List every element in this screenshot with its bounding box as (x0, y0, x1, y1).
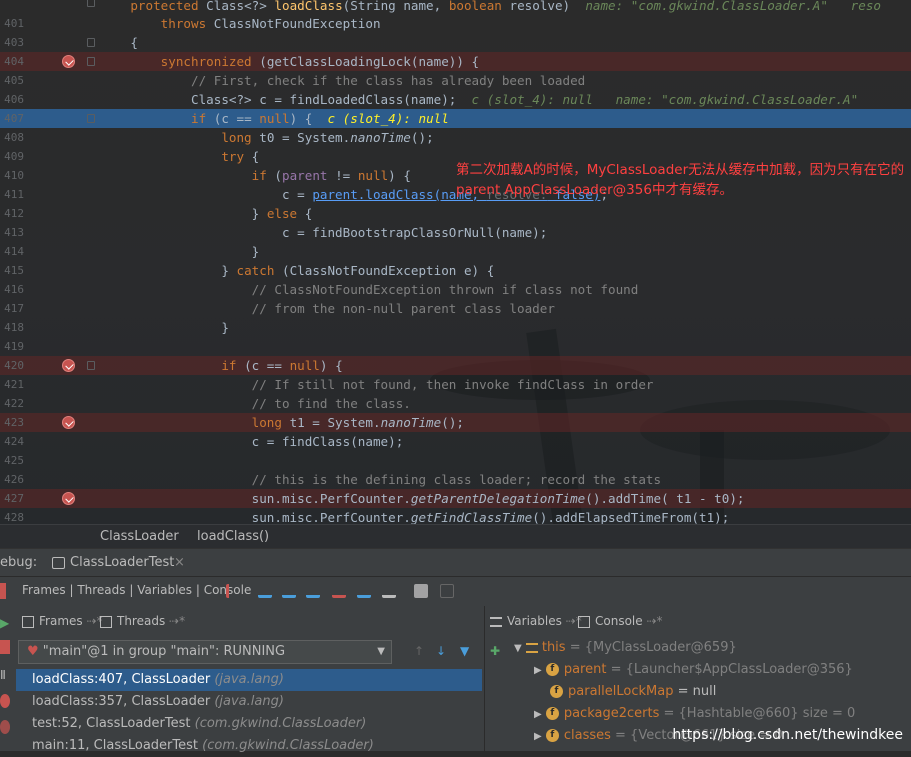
fold-icon[interactable] (87, 0, 95, 7)
run-config-icon (52, 557, 65, 569)
tab-console[interactable]: Console ⇢* (578, 608, 663, 634)
code-line-403[interactable]: 403 { (0, 33, 911, 52)
show-execution-point-icon[interactable] (258, 584, 272, 598)
breakpoint-icon[interactable] (62, 416, 75, 429)
fold-icon[interactable] (87, 57, 95, 66)
breadcrumb-method[interactable]: loadClass() (197, 525, 269, 549)
fold-icon[interactable] (87, 361, 95, 370)
breakpoint-icon[interactable] (62, 359, 75, 372)
filter-icon[interactable]: ▼ (460, 644, 469, 658)
code-line-419[interactable]: 419 (0, 337, 911, 356)
field-icon: f (545, 663, 559, 676)
breadcrumb: ClassLoader loadClass() (0, 524, 911, 548)
code-line-427[interactable]: 427 sun.misc.PerfCounter.getParentDelega… (0, 489, 911, 508)
up-arrow-icon[interactable]: ↑ (414, 644, 424, 658)
debug-session-tab[interactable]: ClassLoaderTest (70, 549, 174, 577)
stop-icon[interactable] (0, 640, 10, 654)
inline-hint: name: "com.gkwind.ClassLoader.A" reso (585, 0, 882, 13)
thread-select[interactable]: ♥ "main"@1 in group "main": RUNNING ▼ (18, 640, 392, 664)
code-line-416[interactable]: 416 // ClassNotFoundException thrown if … (0, 280, 911, 299)
step-into-icon[interactable] (306, 584, 320, 598)
field-icon: f (550, 685, 563, 698)
tab-frames[interactable]: Frames ⇢* (22, 608, 103, 634)
trace-icon[interactable] (440, 584, 454, 598)
stop-icon[interactable] (0, 583, 6, 599)
evaluate-expression-icon[interactable] (414, 584, 428, 598)
add-watch-icon[interactable]: ✚ (490, 644, 500, 658)
code-line-415[interactable]: 415 } catch (ClassNotFoundException e) { (0, 261, 911, 280)
step-over-icon[interactable] (282, 584, 296, 598)
field-icon: f (545, 707, 559, 720)
code-line-412[interactable]: 412 } else { (0, 204, 911, 223)
fold-icon[interactable] (87, 114, 95, 123)
debug-label: ebug: (0, 555, 38, 570)
tab-variables[interactable]: Variables ⇢* (490, 608, 582, 634)
down-arrow-icon[interactable]: ↓ (436, 644, 446, 658)
expand-icon[interactable]: ▶ (534, 665, 542, 676)
frame-row[interactable]: test:52, ClassLoaderTest (com.gkwind.Cla… (16, 713, 482, 735)
code-line-417[interactable]: 417 // from the non-null parent class lo… (0, 299, 911, 318)
code-line-428[interactable]: 428 sun.misc.PerfCounter.getFindClassTim… (0, 508, 911, 524)
code-line-400[interactable]: protected Class<?> loadClass(String name… (0, 0, 911, 15)
breadcrumb-class[interactable]: ClassLoader (100, 525, 179, 549)
code-line-406[interactable]: 406 Class<?> c = findLoadedClass(name); … (0, 90, 911, 109)
code-line-426[interactable]: 426 // this is the defining class loader… (0, 470, 911, 489)
code-line-404[interactable]: 404 synchronized (getClassLoadingLock(na… (0, 52, 911, 71)
watermark: https://blog.csdn.net/thewindkee (672, 727, 903, 743)
expand-icon[interactable]: ▶ (534, 709, 542, 720)
tab-threads[interactable]: Threads ⇢* (100, 608, 185, 634)
variable-row[interactable]: ▼ this = {MyClassLoader@659} (514, 637, 737, 659)
threads-icon (100, 615, 112, 628)
restore-layout-icon[interactable] (226, 584, 240, 598)
force-step-into-icon[interactable] (332, 584, 346, 598)
thread-icon: ♥ (27, 644, 39, 659)
frame-row[interactable]: loadClass:357, ClassLoader (java.lang) (16, 691, 482, 713)
inline-hint: c (slot_4): null (327, 111, 449, 126)
code-line-424[interactable]: 424 c = findClass(name); (0, 432, 911, 451)
step-out-icon[interactable] (357, 584, 371, 598)
debug-tool-window-header: ebug: ClassLoaderTest × (0, 548, 911, 576)
code-line-407-current[interactable]: 407 if (c == null) { c (slot_4): null (0, 109, 911, 128)
code-line-401[interactable]: 401 throws ClassNotFoundException (0, 14, 911, 33)
code-line-413[interactable]: 413 c = findBootstrapClassOrNull(name); (0, 223, 911, 242)
run-to-cursor-icon[interactable] (382, 584, 396, 598)
console-icon (578, 615, 590, 628)
pause-icon[interactable]: Ⅱ (0, 668, 10, 682)
frame-row-selected[interactable]: loadClass:407, ClassLoader (java.lang) (16, 669, 482, 691)
red-annotation-text: 第二次加载A的时候，MyClassLoader无法从缓存中加载，因为只有在它的p… (456, 162, 905, 198)
code-line-418[interactable]: 418 } (0, 318, 911, 337)
code-line-405[interactable]: 405 // First, check if the class has alr… (0, 71, 911, 90)
close-icon[interactable]: × (174, 549, 185, 577)
code-line-425[interactable]: 425 (0, 451, 911, 470)
view-breakpoints-icon[interactable] (0, 694, 10, 708)
panel-divider (484, 606, 485, 751)
breakpoint-icon[interactable] (62, 55, 75, 68)
frames-icon (22, 615, 34, 628)
expand-icon[interactable]: ▼ (514, 643, 522, 654)
layout-tabs-label[interactable]: Frames | Threads | Variables | Console (22, 583, 251, 597)
inline-hint: c (slot_4): null name: "com.gkwind.Class… (471, 92, 859, 107)
code-line-422[interactable]: 422 // to find the class. (0, 394, 911, 413)
code-line-420[interactable]: 420 if (c == null) { (0, 356, 911, 375)
code-line-414[interactable]: 414 } (0, 242, 911, 261)
resume-icon[interactable]: ▶ (0, 616, 10, 630)
variable-icon (525, 642, 538, 653)
variables-icon (490, 616, 502, 627)
variable-row[interactable]: ▶ f parent = {Launcher$AppClassLoader@356… (534, 659, 853, 681)
breakpoint-icon[interactable] (62, 492, 75, 505)
code-line-408[interactable]: 408 long t0 = System.nanoTime(); (0, 128, 911, 147)
expand-icon[interactable]: ▶ (534, 731, 542, 742)
field-icon: f (545, 729, 559, 742)
fold-icon[interactable] (87, 38, 95, 47)
code-line-423[interactable]: 423 long t1 = System.nanoTime(); (0, 413, 911, 432)
chevron-down-icon: ▼ (377, 646, 385, 657)
variable-row[interactable]: ▶ f package2certs = {Hashtable@660} size … (534, 703, 855, 725)
debug-toolbar: Frames | Threads | Variables | Console (0, 576, 911, 606)
variable-row[interactable]: f parallelLockMap = null (550, 681, 716, 703)
left-gutter: ▶ Ⅱ (0, 606, 12, 751)
frame-row[interactable]: main:11, ClassLoaderTest (com.gkwind.Cla… (16, 735, 482, 757)
mute-breakpoints-icon[interactable] (0, 720, 10, 734)
code-editor[interactable]: protected Class<?> loadClass(String name… (0, 0, 911, 524)
code-line-421[interactable]: 421 // If still not found, then invoke f… (0, 375, 911, 394)
